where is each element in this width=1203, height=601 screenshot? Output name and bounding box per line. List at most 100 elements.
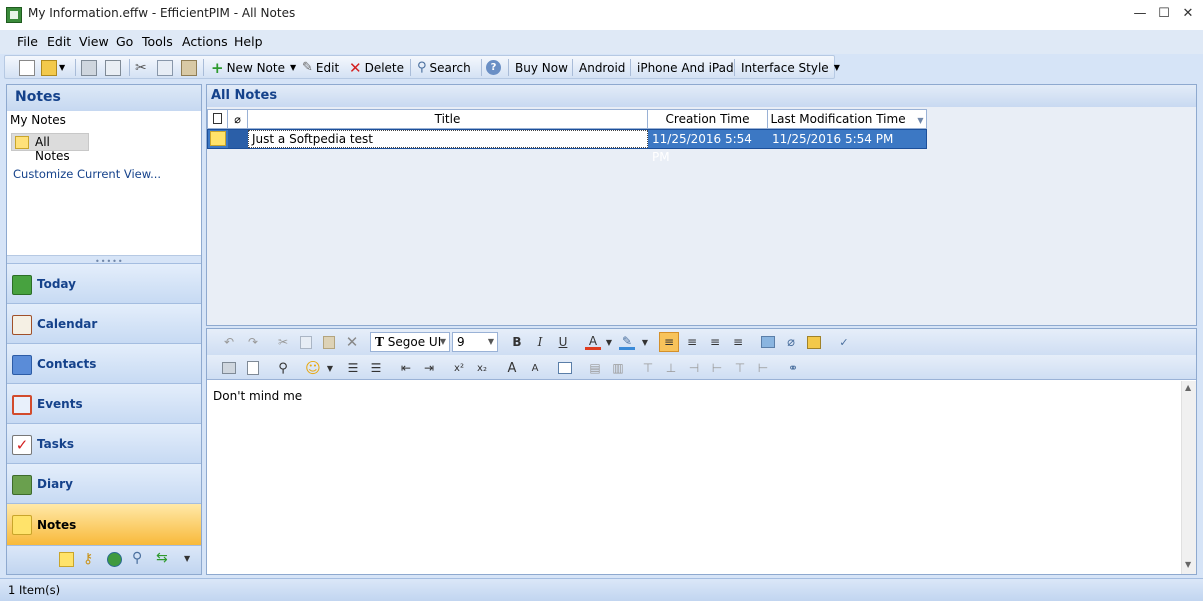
print-preview-icon[interactable] [245,360,261,376]
highlight-dropdown-icon[interactable]: ▼ [637,334,653,350]
justify-icon[interactable]: ≡ [730,334,746,350]
nav-diary[interactable]: Diary [7,463,201,503]
scroll-up-icon[interactable]: ▲ [1185,383,1191,392]
insert-object-icon[interactable] [806,334,822,350]
underline-icon[interactable]: U [555,334,571,350]
insert-row-below-icon[interactable]: ⊥ [663,360,679,376]
emoticon-dropdown-icon[interactable]: ▼ [322,360,338,376]
insert-column-left-icon[interactable]: ⊣ [686,360,702,376]
grow-font-icon[interactable]: A [504,360,520,376]
nav-events[interactable]: Events [7,383,201,423]
delete-column-icon[interactable]: ⊢ [755,360,771,376]
column-icon-header[interactable] [208,110,228,128]
column-creation-header[interactable]: Creation Time [648,110,768,128]
insert-row-above-icon[interactable]: ⊤ [640,360,656,376]
paste-icon[interactable] [321,334,337,350]
column-modification-header[interactable]: Last Modification Time ▼ [768,110,926,128]
close-button[interactable]: ✕ [1177,4,1199,24]
align-center-icon[interactable]: ≡ [684,334,700,350]
search-small-icon[interactable]: ⚲ [132,550,142,566]
shrink-font-icon[interactable]: A [527,360,543,376]
search-button[interactable]: ⚲ Search [417,58,471,77]
menu-actions[interactable]: Actions [182,34,228,49]
align-left-icon[interactable]: ≡ [659,332,679,352]
print-icon[interactable] [221,360,237,376]
cut-icon[interactable]: ✂ [275,334,291,350]
insert-image-icon[interactable] [760,334,776,350]
column-attachment-header[interactable]: ⌀ [228,110,248,128]
help-icon[interactable]: ? [486,58,501,77]
insert-column-right-icon[interactable]: ⊢ [709,360,725,376]
minimize-button[interactable]: — [1129,4,1151,24]
table-row-icon[interactable]: ▤ [587,360,603,376]
bold-icon[interactable]: B [509,334,525,350]
font-color-icon[interactable]: A [585,334,601,350]
interface-style-button[interactable]: Interface Style ▼ [741,58,840,77]
table-row[interactable]: Just a Softpedia test 11/25/2016 5:54 PM… [207,129,927,164]
vertical-scrollbar[interactable]: ▲ ▼ [1181,381,1196,574]
font-family-select[interactable]: T Segoe UI ▼ [370,332,450,352]
numbered-list-icon[interactable]: ☰ [368,360,384,376]
highlight-icon[interactable]: ✎ [619,334,635,350]
iphone-ipad-button[interactable]: iPhone And iPad [637,58,734,77]
undo-icon[interactable]: ↶ [221,334,237,350]
buy-now-button[interactable]: Buy Now [515,58,568,77]
print-icon[interactable] [81,58,97,77]
hyperlink-icon[interactable]: ⚭ [785,360,801,376]
increase-indent-icon[interactable]: ⇥ [421,360,437,376]
note-body-text[interactable]: Don't mind me [213,389,302,403]
menu-help[interactable]: Help [234,34,263,49]
delete-row-icon[interactable]: ⊤ [732,360,748,376]
subscript-icon[interactable]: x₂ [474,360,490,376]
clear-icon[interactable]: ✕ [344,333,360,351]
maximize-button[interactable]: ☐ [1153,4,1175,24]
insert-table-icon[interactable] [557,360,573,376]
spell-check-icon[interactable]: ✓ [836,334,852,350]
font-size-select[interactable]: 9 ▼ [452,332,498,352]
android-button[interactable]: Android [579,58,625,77]
sync-icon[interactable]: ⇆ [156,550,168,566]
table-column-icon[interactable]: ▥ [610,360,626,376]
nav-today[interactable]: Today [7,263,201,303]
menu-go[interactable]: Go [116,34,133,49]
paste-icon[interactable] [181,58,197,77]
configure-buttons-icon[interactable]: ▼ [184,554,190,563]
edit-button[interactable]: ✎ Edit [302,58,339,77]
folder-item-all-notes[interactable]: All Notes [11,133,89,163]
app-icon [6,7,22,23]
superscript-icon[interactable]: x² [451,360,467,376]
pane-splitter[interactable]: ••••• [7,255,201,266]
key-icon[interactable]: ⚷ [83,551,93,567]
nav-calendar[interactable]: Calendar [7,303,201,343]
copy-icon[interactable] [157,58,173,77]
redo-icon[interactable]: ↷ [245,334,261,350]
italic-icon[interactable]: I [532,334,548,350]
new-file-icon[interactable] [19,58,35,77]
notes-small-icon[interactable] [59,552,74,567]
cut-icon[interactable]: ✂ [135,58,147,77]
customize-view-link[interactable]: Customize Current View... [13,167,161,181]
globe-icon[interactable] [107,552,122,567]
align-right-icon[interactable]: ≡ [707,334,723,350]
find-icon[interactable]: ⚲ [275,360,291,376]
column-title-header[interactable]: Title [248,110,648,128]
menu-edit[interactable]: Edit [47,34,71,49]
menu-view[interactable]: View [79,34,109,49]
emoticon-icon[interactable]: ☺ [305,359,321,377]
menu-tools[interactable]: Tools [142,34,173,49]
note-title-cell: Just a Softpedia test [252,132,373,146]
nav-contacts[interactable]: Contacts [7,343,201,383]
print-preview-icon[interactable] [105,58,121,77]
attachment-icon[interactable]: ⌀ [783,334,799,350]
font-color-dropdown-icon[interactable]: ▼ [601,334,617,350]
bullet-list-icon[interactable]: ☰ [345,360,361,376]
copy-icon[interactable] [298,334,314,350]
open-folder-icon[interactable]: ▼ [41,58,65,77]
delete-button[interactable]: ✕ Delete [349,58,404,77]
nav-tasks[interactable]: ✓ Tasks [7,423,201,463]
menu-file[interactable]: File [17,34,38,49]
new-note-button[interactable]: + New Note ▼ [211,58,296,77]
decrease-indent-icon[interactable]: ⇤ [398,360,414,376]
nav-notes[interactable]: Notes [7,503,201,545]
scroll-down-icon[interactable]: ▼ [1185,560,1191,569]
